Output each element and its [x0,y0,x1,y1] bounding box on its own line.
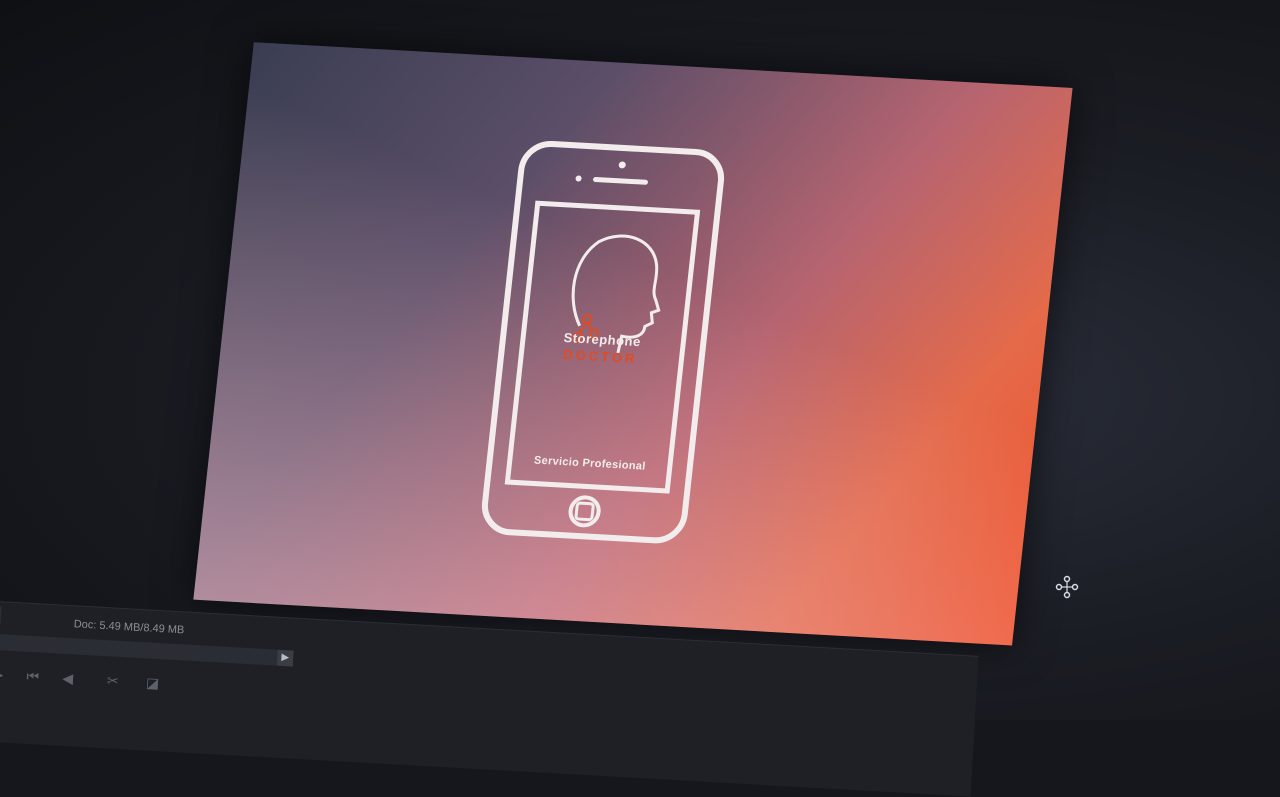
phone-logo: Storephone DOCTOR Servicio Profesional [472,137,735,547]
crop-icon[interactable]: ◪ [140,670,165,695]
panel-tab[interactable]: oo [0,604,2,625]
play-icon[interactable]: ▶ [276,649,294,667]
play-icon[interactable]: ▶ [0,661,11,686]
doc-size-status: Doc: 5.49 MB/8.49 MB [73,618,185,637]
horizontal-scrollbar[interactable] [0,634,278,666]
rewind-icon[interactable]: ⏮ [20,663,45,688]
document-canvas[interactable]: Storephone DOCTOR Servicio Profesional [193,42,1073,646]
step-back-icon[interactable]: ◀ [55,665,80,690]
crosshair-icon [1055,575,1079,599]
scissors-icon[interactable]: ✂ [100,668,125,693]
